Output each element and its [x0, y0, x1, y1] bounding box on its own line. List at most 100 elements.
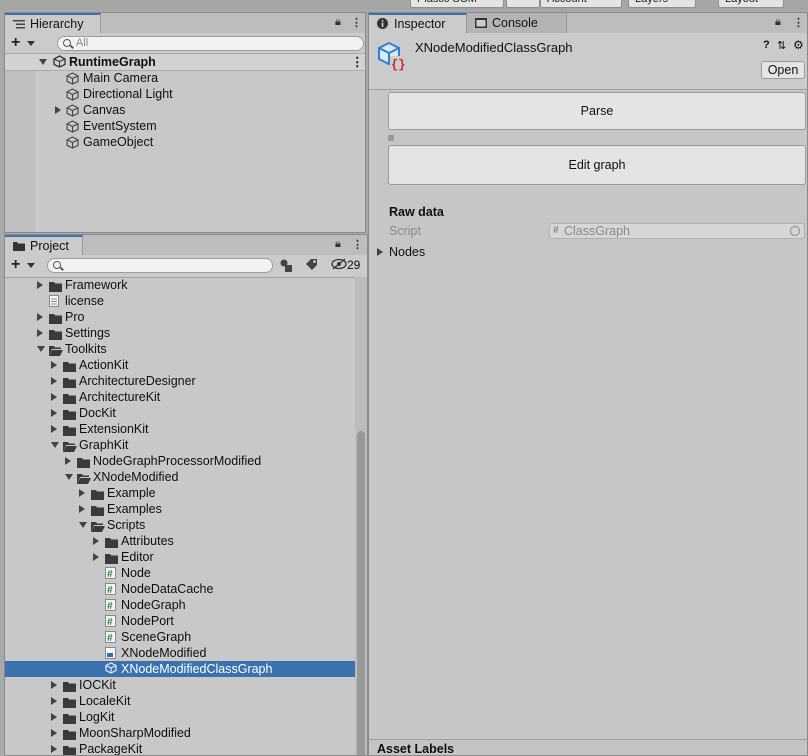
project-item[interactable]: GraphKit [5, 437, 355, 453]
inspector-tabstrip: Inspector Console 🔒︎ ⋮ [369, 13, 807, 34]
project-item[interactable]: XNodeModified [5, 645, 355, 661]
account-dropdown[interactable]: Account [540, 0, 622, 8]
expand-arrow-icon[interactable] [65, 474, 73, 480]
expand-arrow-icon[interactable] [65, 457, 71, 465]
layout-dropdown[interactable]: Layout [718, 0, 784, 8]
project-item[interactable]: Editor [5, 549, 355, 565]
expand-arrow-icon[interactable] [37, 346, 45, 352]
expand-arrow-icon[interactable] [37, 329, 43, 337]
expand-arrow-icon[interactable] [93, 537, 99, 545]
parse-button[interactable]: Parse [388, 92, 806, 130]
object-picker-icon[interactable] [790, 226, 800, 236]
expand-arrow-icon[interactable] [79, 522, 87, 528]
hierarchy-item[interactable]: GameObject [5, 134, 365, 150]
project-item[interactable]: ActionKit [5, 357, 355, 373]
tab-hierarchy[interactable]: Hierarchy [5, 13, 101, 33]
project-item[interactable]: # Node [5, 565, 355, 581]
expand-arrow-icon[interactable] [51, 377, 57, 385]
create-button[interactable]: + [11, 256, 20, 274]
project-search-input[interactable] [47, 258, 273, 273]
scene-row[interactable]: RuntimeGraph ⋮ [5, 53, 365, 71]
project-item[interactable]: license [5, 293, 355, 309]
create-button[interactable]: + [11, 34, 20, 52]
hierarchy-search-input[interactable]: All [57, 36, 364, 51]
search-by-type-icon[interactable] [279, 258, 297, 273]
project-item[interactable]: Toolkits [5, 341, 355, 357]
chevron-down-icon[interactable] [27, 263, 35, 268]
project-item[interactable]: Example [5, 485, 355, 501]
hierarchy-item[interactable]: EventSystem [5, 118, 365, 134]
open-button[interactable]: Open [761, 61, 805, 79]
expand-arrow-icon[interactable] [51, 697, 57, 705]
panel-menu-icon[interactable]: ⋮ [793, 16, 804, 29]
project-item[interactable]: ExtensionKit [5, 421, 355, 437]
layers-dropdown[interactable]: Layers [628, 0, 696, 8]
project-item[interactable]: ArchitectureDesigner [5, 373, 355, 389]
cloud-button[interactable] [506, 0, 540, 8]
expand-arrow-icon[interactable] [377, 248, 383, 256]
project-item[interactable]: # SceneGraph [5, 629, 355, 645]
help-icon[interactable]: ? [763, 39, 770, 51]
expand-arrow-icon[interactable] [51, 745, 57, 753]
project-item[interactable]: LocaleKit [5, 693, 355, 709]
project-item[interactable]: MoonSharpModified [5, 725, 355, 741]
project-item[interactable]: IOCKit [5, 677, 355, 693]
expand-arrow-icon[interactable] [37, 313, 43, 321]
expand-arrow-icon[interactable] [79, 489, 85, 497]
project-item[interactable]: XNodeModified [5, 469, 355, 485]
project-tabstrip: Project 🔒︎ ⋮ [5, 235, 367, 256]
tab-console[interactable]: Console [467, 13, 567, 33]
project-item[interactable]: Pro [5, 309, 355, 325]
gear-icon[interactable]: ⚙ [793, 38, 804, 52]
expand-arrow-icon[interactable] [79, 505, 85, 513]
hierarchy-item[interactable]: Main Camera [5, 70, 365, 86]
expand-arrow-icon[interactable] [51, 409, 57, 417]
expand-arrow-icon[interactable] [55, 106, 61, 114]
expand-arrow-icon[interactable] [37, 281, 43, 289]
nodes-foldout[interactable]: Nodes [377, 245, 477, 261]
label-tag-icon[interactable] [305, 258, 321, 273]
panel-menu-icon[interactable]: ⋮ [351, 16, 362, 29]
project-item[interactable]: # NodeGraph [5, 597, 355, 613]
tab-project[interactable]: Project [5, 235, 83, 255]
project-item-selected[interactable]: XNodeModifiedClassGraph [5, 661, 355, 677]
project-item[interactable]: ArchitectureKit [5, 389, 355, 405]
expand-arrow-icon[interactable] [93, 553, 99, 561]
project-scrollbar-thumb[interactable] [357, 431, 365, 755]
project-item[interactable]: Settings [5, 325, 355, 341]
project-item[interactable]: Attributes [5, 533, 355, 549]
expand-arrow-icon[interactable] [51, 729, 57, 737]
expand-arrow-icon[interactable] [39, 59, 47, 65]
hierarchy-item[interactable]: Canvas [5, 102, 365, 118]
gameobject-cube-icon [66, 136, 79, 153]
presets-icon[interactable]: ⇅ [777, 39, 786, 52]
scene-menu-icon[interactable]: ⋮ [351, 54, 364, 70]
lock-icon[interactable]: 🔒︎ [775, 16, 781, 29]
hidden-packages-toggle[interactable]: 29 [331, 257, 367, 273]
tab-inspector[interactable]: Inspector [369, 13, 467, 33]
project-item[interactable]: LogKit [5, 709, 355, 725]
edit-graph-button[interactable]: Edit graph [388, 145, 806, 185]
project-item[interactable]: # NodePort [5, 613, 355, 629]
lock-icon[interactable]: 🔒︎ [335, 16, 341, 29]
panel-menu-icon[interactable]: ⋮ [352, 238, 363, 251]
asset-labels-bar[interactable]: Asset Labels [369, 739, 807, 755]
plastic-scm-button[interactable]: Plastic SCM [410, 0, 504, 8]
chevron-down-icon[interactable] [27, 41, 35, 46]
expand-arrow-icon[interactable] [51, 425, 57, 433]
project-item[interactable]: # NodeDataCache [5, 581, 355, 597]
expand-arrow-icon[interactable] [51, 713, 57, 721]
project-item[interactable]: DocKit [5, 405, 355, 421]
project-item[interactable]: NodeGraphProcessorModified [5, 453, 355, 469]
expand-arrow-icon[interactable] [51, 442, 59, 448]
lock-icon[interactable]: 🔒︎ [335, 238, 341, 251]
project-item[interactable]: Framework [5, 277, 355, 293]
expand-arrow-icon[interactable] [51, 361, 57, 369]
project-item[interactable]: Scripts [5, 517, 355, 533]
project-scrollbar[interactable] [355, 277, 367, 755]
project-item[interactable]: Examples [5, 501, 355, 517]
expand-arrow-icon[interactable] [51, 681, 57, 689]
hierarchy-item[interactable]: Directional Light [5, 86, 365, 102]
project-item[interactable]: PackageKit [5, 741, 355, 755]
expand-arrow-icon[interactable] [51, 393, 57, 401]
